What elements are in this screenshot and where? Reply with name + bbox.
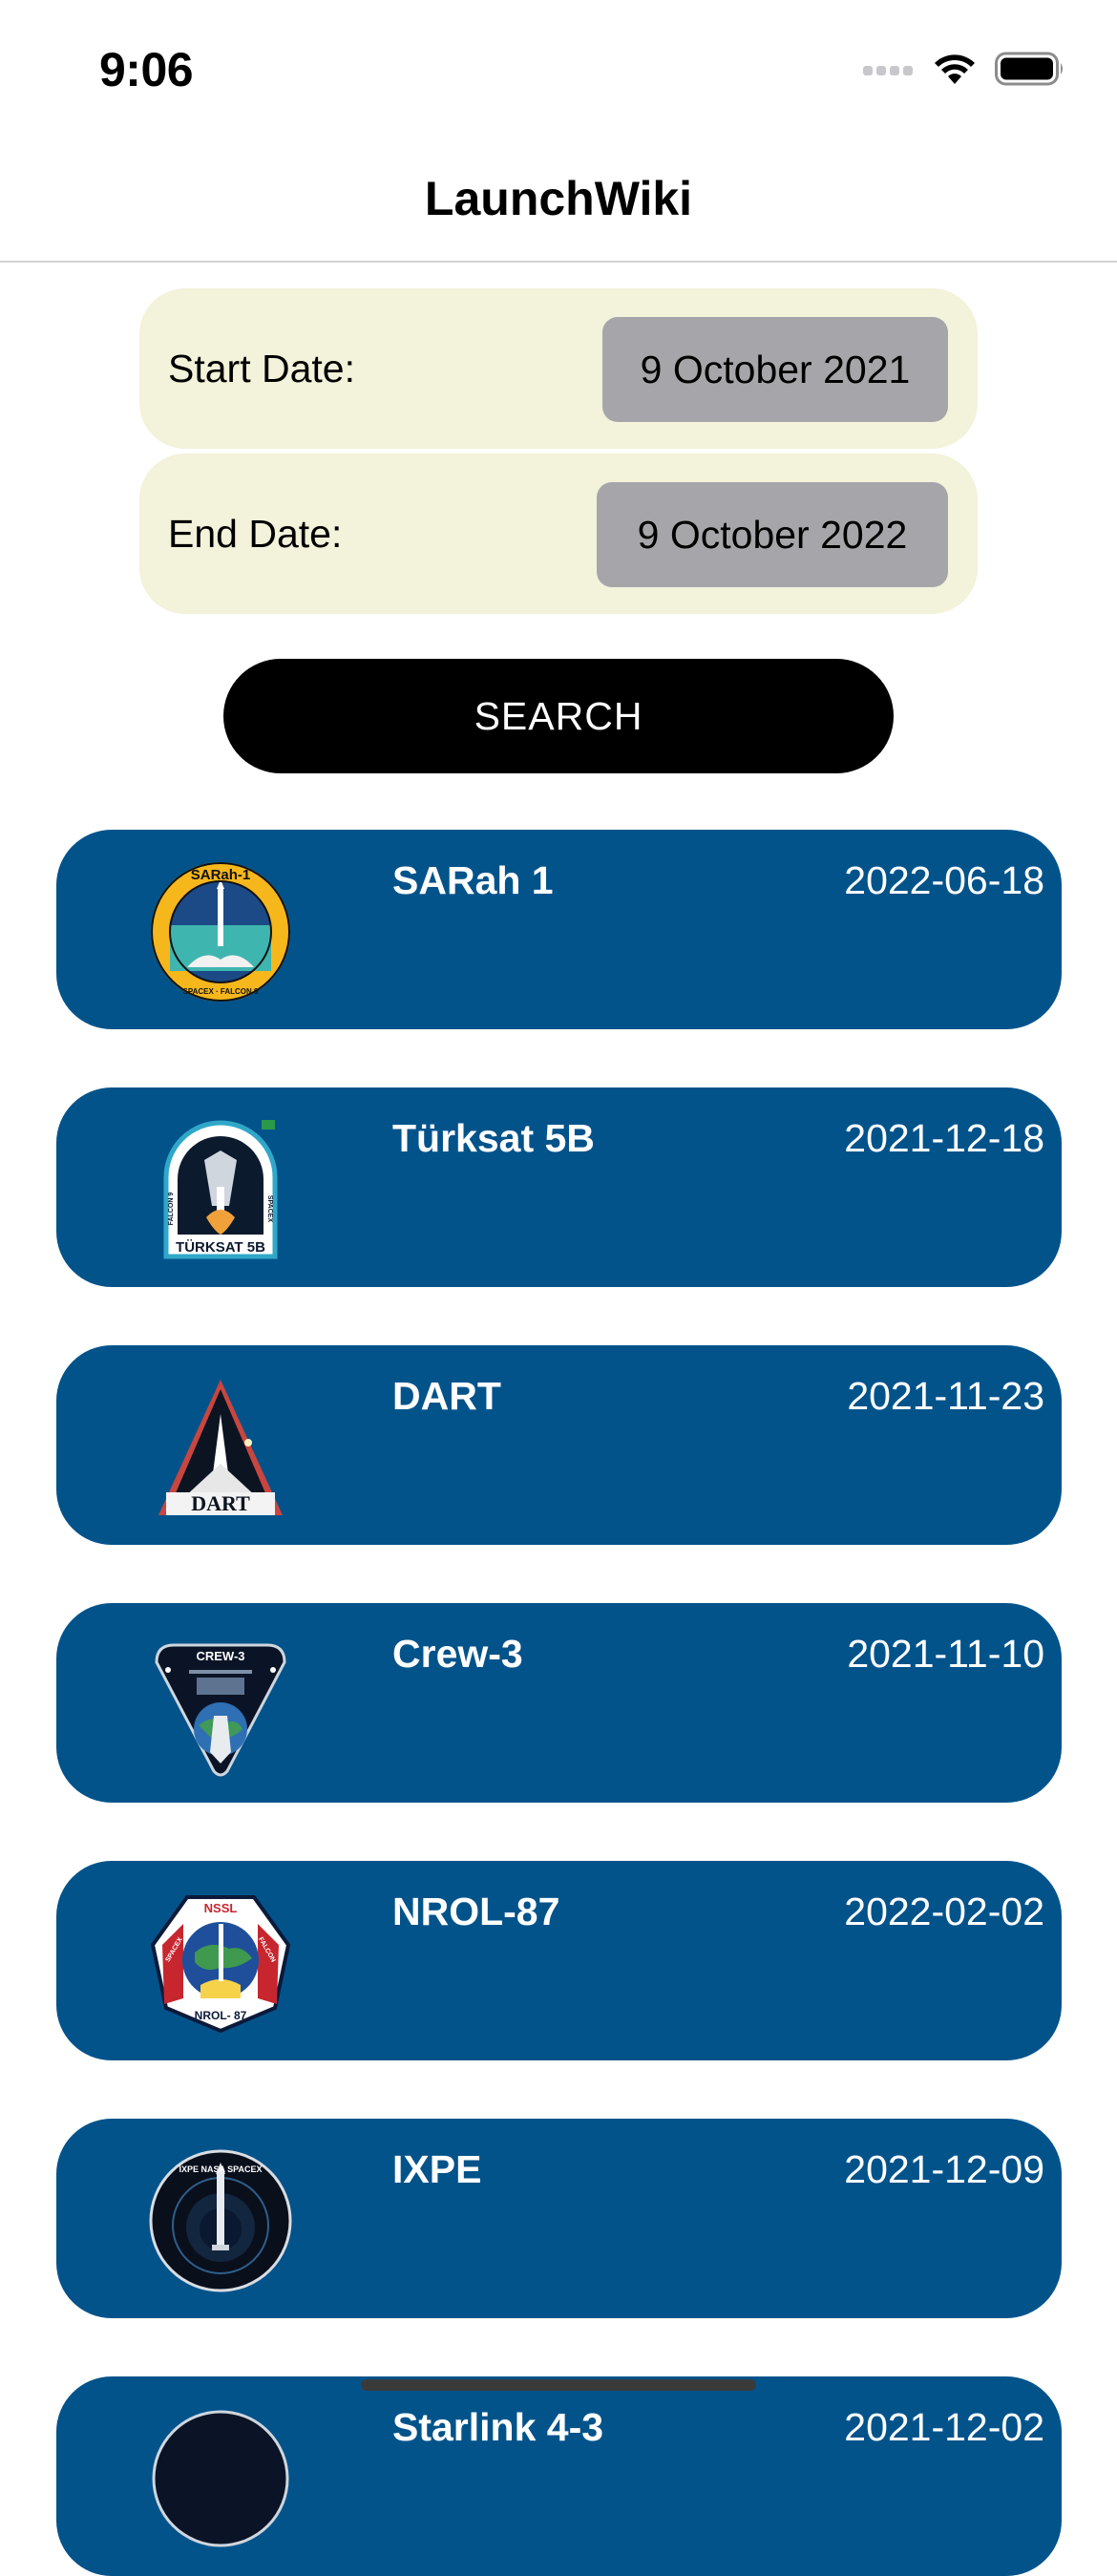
dart-mission-patch: DART [158, 1380, 283, 1515]
navigation-bar: LaunchWiki [0, 143, 1117, 263]
sarah-1-mission-patch: SARah-1 SPACEX · FALCON 9 [151, 862, 290, 1002]
start-date-label: Start Date: [168, 347, 355, 391]
battery-icon [995, 52, 1063, 86]
svg-text:IXPE NASA SPACEX: IXPE NASA SPACEX [179, 2164, 262, 2174]
launch-name: DART [392, 1374, 501, 1418]
launch-card[interactable]: DART DART 2021-11-23 [56, 1345, 1062, 1545]
status-time: 9:06 [99, 43, 194, 96]
launch-name: SARah 1 [392, 858, 554, 902]
launch-date: 2021-11-10 [847, 1632, 1044, 1676]
launch-date: 2021-11-23 [847, 1374, 1044, 1418]
turksat-5b-mission-patch: TÜRKSAT 5B FALCON 9 SPACEX [163, 1120, 278, 1259]
launch-card[interactable]: SARah-1 SPACEX · FALCON 9 SARah 1 2022-0… [56, 830, 1062, 1029]
launch-date: 2021-12-18 [844, 1116, 1044, 1160]
launch-card[interactable]: NSSL NROL- 87 SPACEX FALCON NROL-87 2022… [56, 1861, 1062, 2060]
svg-text:TÜRKSAT 5B: TÜRKSAT 5B [176, 1239, 265, 1256]
launch-name: Crew-3 [392, 1632, 523, 1676]
page-title: LaunchWiki [424, 171, 693, 225]
launch-date: 2021-12-09 [844, 2147, 1044, 2191]
launch-name: IXPE [392, 2147, 482, 2191]
svg-text:SPACEX · FALCON 9: SPACEX · FALCON 9 [183, 987, 260, 996]
ixpe-mission-patch: IXPE NASA SPACEX [149, 2149, 292, 2292]
status-icons [863, 50, 1065, 88]
nrol-87-mission-patch: NSSL NROL- 87 SPACEX FALCON [150, 1895, 291, 2034]
launch-date: 2022-06-18 [844, 858, 1044, 902]
starlink-mission-patch [152, 2410, 289, 2547]
end-date-row: End Date: 9 October 2022 [139, 454, 978, 614]
launch-name: NROL-87 [392, 1890, 560, 1933]
crew-3-mission-patch: CREW-3 [155, 1643, 286, 1777]
launch-date: 2021-12-02 [844, 2405, 1044, 2449]
start-date-picker[interactable]: 9 October 2021 [602, 317, 948, 422]
launch-card[interactable]: TÜRKSAT 5B FALCON 9 SPACEX Türksat 5B 20… [56, 1087, 1062, 1287]
launch-name: Türksat 5B [392, 1116, 595, 1160]
end-date-picker[interactable]: 9 October 2022 [597, 482, 948, 587]
search-button[interactable]: SEARCH [223, 659, 894, 773]
svg-text:NSSL: NSSL [204, 1901, 238, 1915]
launch-card[interactable]: CREW-3 Crew-3 2021-11-10 [56, 1603, 1062, 1803]
launch-name: Starlink 4-3 [392, 2405, 604, 2449]
launch-date: 2022-02-02 [844, 1890, 1044, 1933]
home-indicator[interactable] [361, 2379, 756, 2391]
end-date-label: End Date: [168, 512, 343, 556]
cellular-signal-icon [863, 66, 913, 75]
start-date-row: Start Date: 9 October 2021 [139, 288, 978, 449]
svg-text:CREW-3: CREW-3 [196, 1649, 244, 1663]
launch-card[interactable]: Starlink 4-3 2021-12-02 [56, 2376, 1062, 2576]
svg-text:FALCON 9: FALCON 9 [168, 1193, 175, 1226]
svg-text:SPACEX: SPACEX [266, 1195, 273, 1223]
wifi-icon [935, 54, 975, 84]
launch-card[interactable]: IXPE NASA SPACEX IXPE 2021-12-09 [56, 2119, 1062, 2318]
svg-text:SARah-1: SARah-1 [191, 867, 251, 883]
status-bar: 9:06 [0, 0, 1117, 143]
svg-text:DART: DART [191, 1491, 250, 1515]
svg-text:NROL- 87: NROL- 87 [195, 2009, 247, 2022]
